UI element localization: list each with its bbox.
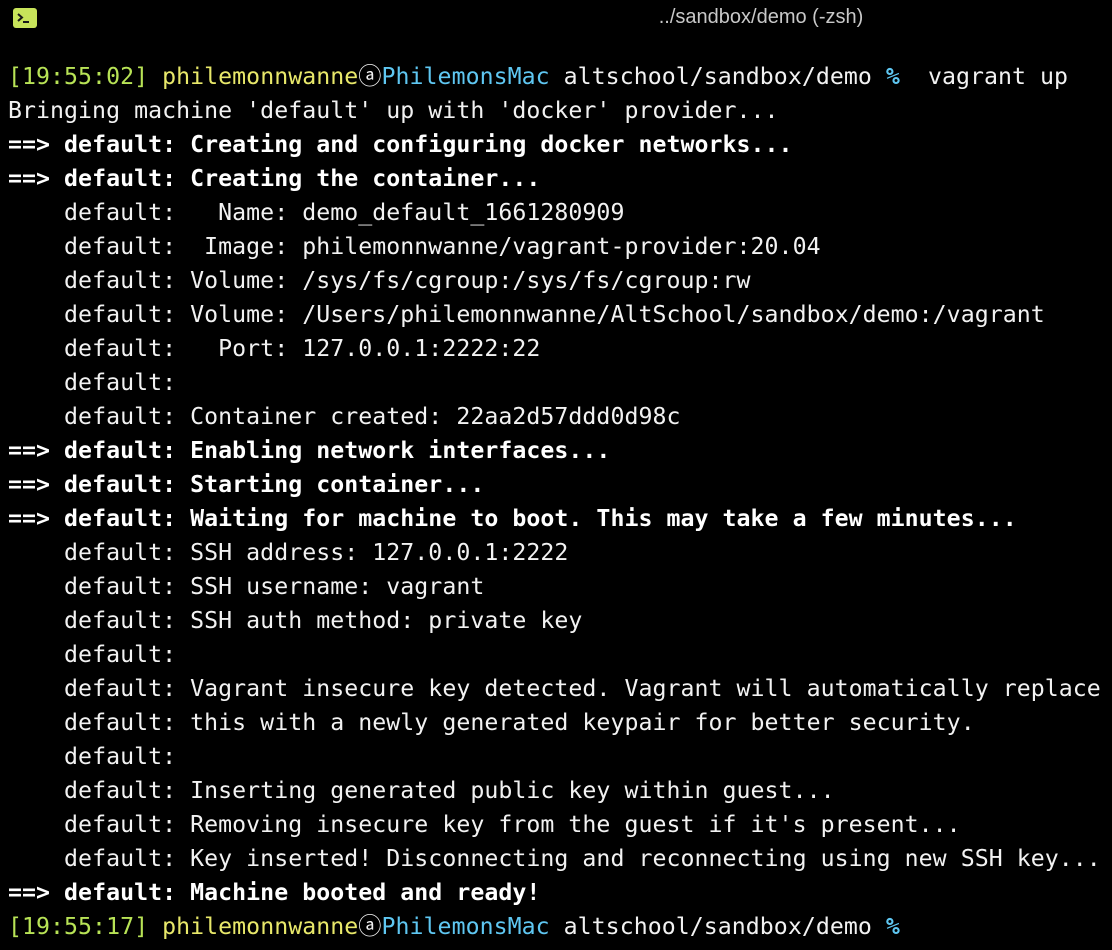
output-text: default: Enabling network interfaces...: [64, 437, 611, 464]
output-indent: [8, 199, 50, 226]
output-text: default: Container created: 22aa2d57ddd0…: [64, 403, 681, 430]
output-line: default: Vagrant insecure key detected. …: [8, 672, 1112, 706]
output-arrow: ==>: [8, 437, 51, 464]
prompt-user: philemonnwanne: [162, 913, 359, 940]
prompt-path: altschool/sandbox/demo: [563, 63, 872, 90]
output-text: default:: [64, 743, 177, 770]
output-line: default: SSH auth method: private key: [8, 604, 1112, 638]
output-indent: [8, 335, 50, 362]
output-text: default: SSH username: vagrant: [64, 573, 485, 600]
output-text: default: SSH auth method: private key: [64, 607, 583, 634]
output-line: default:: [8, 740, 1112, 774]
output-text: default: Waiting for machine to boot. Th…: [64, 505, 1017, 532]
output-line: default: SSH address: 127.0.0.1:2222: [8, 536, 1112, 570]
output-line: ==> default: Waiting for machine to boot…: [8, 502, 1112, 536]
output-text: default: Creating the container...: [64, 165, 541, 192]
output-text: default: Vagrant insecure key detected. …: [64, 675, 1101, 702]
output-line: default: Key inserted! Disconnecting and…: [8, 842, 1112, 876]
prompt-path: altschool/sandbox/demo: [563, 913, 872, 940]
output-line: ==> default: Creating and configuring do…: [8, 128, 1112, 162]
output-text: default: SSH address: 127.0.0.1:2222: [64, 539, 569, 566]
output-arrow: ==>: [8, 131, 51, 158]
output-line: default:: [8, 366, 1112, 400]
prompt-at: ⓐ: [358, 63, 382, 90]
window-titlebar: ../sandbox/demo (-zsh): [0, 0, 1112, 38]
output-line: default: Container created: 22aa2d57ddd0…: [8, 400, 1112, 434]
output-indent: [8, 675, 50, 702]
output-text: default: Volume: /sys/fs/cgroup:/sys/fs/…: [64, 267, 751, 294]
output-arrow: ==>: [8, 879, 51, 906]
output-indent: [8, 573, 50, 600]
output-text: default: Creating and configuring docker…: [64, 131, 793, 158]
output-text: default:: [64, 369, 177, 396]
output-indent: [8, 743, 50, 770]
output-line: default:: [8, 638, 1112, 672]
window-title: ../sandbox/demo (-zsh): [658, 6, 864, 28]
output-indent: [8, 539, 50, 566]
output-text: default: Removing insecure key from the …: [64, 811, 961, 838]
output-indent: [8, 845, 50, 872]
output-line: Bringing machine 'default' up with 'dock…: [8, 94, 1112, 128]
prompt-symbol: %: [885, 63, 900, 90]
prompt-user: philemonnwanne: [162, 63, 359, 90]
output-line: default: Inserting generated public key …: [8, 774, 1112, 808]
output-line: default: this with a newly generated key…: [8, 706, 1112, 740]
output-line: ==> default: Machine booted and ready!: [8, 876, 1112, 910]
output-text: Bringing machine 'default' up with 'dock…: [8, 97, 779, 124]
output-line: default: Image: philemonnwanne/vagrant-p…: [8, 230, 1112, 264]
output-arrow: ==>: [8, 165, 51, 192]
output-text: default: this with a newly generated key…: [64, 709, 975, 736]
output-text: default:: [64, 641, 177, 668]
output-indent: [8, 369, 50, 396]
output-line: default: Volume: /Users/philemonnwanne/A…: [8, 298, 1112, 332]
prompt-command: vagrant up: [927, 63, 1069, 90]
output-arrow: ==>: [8, 505, 51, 532]
output-text: default: Volume: /Users/philemonnwanne/A…: [64, 301, 1045, 328]
prompt-symbol: %: [885, 913, 900, 940]
output-text: default: Inserting generated public key …: [64, 777, 835, 804]
output-text: default: Name: demo_default_1661280909: [64, 199, 625, 226]
prompt-timestamp: [19:55:02]: [8, 63, 149, 90]
prompt-host: PhilemonsMac: [381, 913, 550, 940]
command-output: Bringing machine 'default' up with 'dock…: [8, 94, 1112, 910]
output-indent: [8, 301, 50, 328]
output-text: default: Port: 127.0.0.1:2222:22: [64, 335, 541, 362]
output-line: default: Volume: /sys/fs/cgroup:/sys/fs/…: [8, 264, 1112, 298]
output-indent: [8, 811, 50, 838]
output-line: default: Removing insecure key from the …: [8, 808, 1112, 842]
output-text: default: Image: philemonnwanne/vagrant-p…: [64, 233, 821, 260]
prompt-timestamp: [19:55:17]: [8, 913, 149, 940]
output-indent: [8, 777, 50, 804]
output-line: ==> default: Creating the container...: [8, 162, 1112, 196]
output-text: default: Key inserted! Disconnecting and…: [64, 845, 1101, 872]
prompt-line: [19:55:02] philemonnwanneⓐPhilemonsMac a…: [8, 60, 1112, 94]
terminal-output[interactable]: [19:55:02] philemonnwanneⓐPhilemonsMac a…: [8, 60, 1112, 944]
output-line: default: Port: 127.0.0.1:2222:22: [8, 332, 1112, 366]
prompt-host: PhilemonsMac: [381, 63, 550, 90]
output-arrow: ==>: [8, 471, 51, 498]
output-indent: [8, 709, 50, 736]
output-text: default: Starting container...: [64, 471, 485, 498]
output-indent: [8, 607, 50, 634]
prompt-at: ⓐ: [358, 913, 382, 940]
output-line: ==> default: Enabling network interfaces…: [8, 434, 1112, 468]
output-line: default: SSH username: vagrant: [8, 570, 1112, 604]
output-indent: [8, 641, 50, 668]
output-indent: [8, 267, 50, 294]
prompt-line[interactable]: [19:55:17] philemonnwanneⓐPhilemonsMac a…: [8, 910, 1112, 944]
output-text: default: Machine booted and ready!: [64, 879, 541, 906]
output-indent: [8, 403, 50, 430]
output-line: default: Name: demo_default_1661280909: [8, 196, 1112, 230]
output-indent: [8, 233, 50, 260]
output-line: ==> default: Starting container...: [8, 468, 1112, 502]
